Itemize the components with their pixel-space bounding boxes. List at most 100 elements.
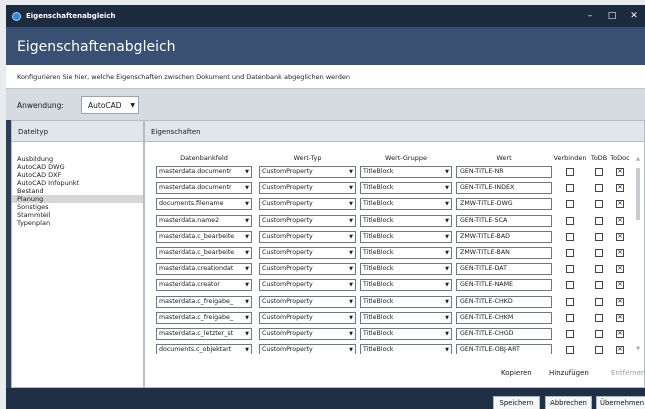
type-select[interactable]: CustomProperty ▼ — [259, 311, 356, 324]
value-input[interactable]: ZMW-TITLE-DWG — [456, 198, 552, 211]
verbinden-checkbox[interactable] — [566, 330, 574, 338]
field-select[interactable]: masterdata.creator ▼ — [156, 279, 252, 292]
field-select[interactable]: documents.filename ▼ — [156, 198, 252, 211]
value-input[interactable]: GEN-TITLE-OBJ-ART — [456, 344, 552, 354]
field-select[interactable]: masterdata.c_bearbeite ▼ — [156, 247, 252, 259]
save-button[interactable]: Speichern — [493, 396, 540, 409]
remove-button[interactable]: Entfernen — [611, 369, 645, 377]
field-select[interactable]: documents.c_objektart ▼ — [156, 344, 252, 354]
todoc-checkbox[interactable]: ✕ — [616, 200, 624, 209]
type-select[interactable]: CustomProperty ▼ — [259, 279, 356, 292]
todb-checkbox[interactable] — [595, 330, 603, 338]
group-select[interactable]: TitleBlock ▼ — [360, 182, 452, 195]
todb-checkbox[interactable] — [595, 249, 603, 257]
verbinden-checkbox[interactable] — [566, 297, 574, 306]
filetype-item[interactable]: AutoCAD DWG — [12, 163, 143, 171]
verbinden-checkbox[interactable] — [566, 265, 574, 274]
todoc-checkbox[interactable]: ✕ — [616, 330, 624, 338]
close-icon[interactable]: ✕ — [623, 11, 645, 21]
verbinden-checkbox[interactable] — [566, 346, 574, 354]
group-select[interactable]: TitleBlock ▼ — [360, 247, 452, 259]
group-select[interactable]: TitleBlock ▼ — [360, 344, 452, 354]
group-select[interactable]: TitleBlock ▼ — [360, 311, 452, 324]
minimize-icon[interactable]: – — [579, 11, 601, 21]
filetype-item[interactable]: Bestand — [12, 187, 143, 195]
type-select[interactable]: CustomProperty ▼ — [259, 230, 356, 243]
todb-checkbox[interactable] — [595, 168, 603, 176]
group-select[interactable]: TitleBlock ▼ — [360, 328, 452, 340]
type-select[interactable]: CustomProperty ▼ — [259, 182, 356, 195]
value-input[interactable]: GEN-TITLE-NR — [456, 166, 552, 178]
type-select[interactable]: CustomProperty ▼ — [259, 344, 356, 354]
todoc-checkbox[interactable]: ✕ — [616, 346, 624, 354]
value-input[interactable]: GEN-TITLE-SCA — [456, 214, 552, 227]
todoc-checkbox[interactable]: ✕ — [616, 281, 624, 290]
value-input[interactable]: ZMW-TITLE-BAN — [456, 247, 552, 259]
group-select[interactable]: TitleBlock ▼ — [360, 279, 452, 292]
filetype-item[interactable]: Stammteil — [12, 211, 143, 219]
group-select[interactable]: TitleBlock ▼ — [360, 263, 452, 276]
copy-button[interactable]: Kopieren — [501, 369, 532, 377]
filetype-item[interactable]: Sonstiges — [12, 203, 143, 211]
filetype-item[interactable]: Ausbildung — [12, 155, 143, 163]
value-input[interactable]: GEN-TITLE-CHKM — [456, 311, 552, 324]
filetype-item[interactable]: AutoCAD Infopunkt — [12, 179, 143, 187]
value-input[interactable]: GEN-TITLE-NAME — [456, 279, 552, 292]
field-select[interactable]: masterdata.c_bearbeite ▼ — [156, 230, 252, 243]
todoc-checkbox[interactable]: ✕ — [616, 168, 624, 176]
add-button[interactable]: Hinzufügen — [549, 369, 589, 377]
group-select[interactable]: TitleBlock ▼ — [360, 166, 452, 178]
value-input[interactable]: GEN-TITLE-CHGD — [456, 328, 552, 340]
todoc-checkbox[interactable]: ✕ — [616, 184, 624, 193]
value-input[interactable]: GEN-TITLE-INDEX — [456, 182, 552, 195]
todoc-checkbox[interactable]: ✕ — [616, 249, 624, 257]
value-input[interactable]: GEN-TITLE-CHKD — [456, 295, 552, 308]
cancel-button[interactable]: Abbrechen — [545, 396, 592, 409]
verbinden-checkbox[interactable] — [566, 313, 574, 322]
type-select[interactable]: CustomProperty ▼ — [259, 328, 356, 340]
todoc-checkbox[interactable]: ✕ — [616, 216, 624, 225]
field-select[interactable]: masterdata.documentr ▼ — [156, 166, 252, 178]
type-select[interactable]: CustomProperty ▼ — [259, 166, 356, 178]
todoc-checkbox[interactable]: ✕ — [616, 313, 624, 322]
todb-checkbox[interactable] — [595, 281, 603, 290]
verbinden-checkbox[interactable] — [566, 216, 574, 225]
field-select[interactable]: masterdata.c_freigabe_ ▼ — [156, 311, 252, 324]
value-input[interactable]: ZMW-TITLE-BAD — [456, 230, 552, 243]
todb-checkbox[interactable] — [595, 265, 603, 274]
verbinden-checkbox[interactable] — [566, 184, 574, 193]
verbinden-checkbox[interactable] — [566, 281, 574, 290]
group-select[interactable]: TitleBlock ▼ — [360, 295, 452, 308]
type-select[interactable]: CustomProperty ▼ — [259, 247, 356, 259]
todb-checkbox[interactable] — [595, 184, 603, 193]
verbinden-checkbox[interactable] — [566, 200, 574, 209]
apply-button[interactable]: Übernehmen — [596, 396, 645, 409]
field-select[interactable]: masterdata.documentr ▼ — [156, 182, 252, 195]
field-select[interactable]: masterdata.creationdat ▼ — [156, 263, 252, 276]
todb-checkbox[interactable] — [595, 216, 603, 225]
group-select[interactable]: TitleBlock ▼ — [360, 214, 452, 227]
todb-checkbox[interactable] — [595, 313, 603, 322]
filetype-item[interactable]: AutoCAD DXF — [12, 171, 143, 179]
value-input[interactable]: GEN-TITLE-DAT — [456, 263, 552, 276]
verbinden-checkbox[interactable] — [566, 168, 574, 176]
verbinden-checkbox[interactable] — [566, 249, 574, 257]
filetype-item[interactable]: Planung — [12, 195, 143, 203]
todoc-checkbox[interactable]: ✕ — [616, 232, 624, 241]
group-select[interactable]: TitleBlock ▼ — [360, 230, 452, 243]
type-select[interactable]: CustomProperty ▼ — [259, 214, 356, 227]
field-select[interactable]: masterdata.name2 ▼ — [156, 214, 252, 227]
todb-checkbox[interactable] — [595, 232, 603, 241]
type-select[interactable]: CustomProperty ▼ — [259, 295, 356, 308]
field-select[interactable]: masterdata.c_freigabe_ ▼ — [156, 295, 252, 308]
todoc-checkbox[interactable]: ✕ — [616, 265, 624, 274]
todb-checkbox[interactable] — [595, 200, 603, 209]
group-select[interactable]: TitleBlock ▼ — [360, 198, 452, 211]
scroll-up-icon[interactable]: ▲ — [634, 156, 642, 162]
type-select[interactable]: CustomProperty ▼ — [259, 198, 356, 211]
todb-checkbox[interactable] — [595, 346, 603, 354]
todb-checkbox[interactable] — [595, 297, 603, 306]
verbinden-checkbox[interactable] — [566, 232, 574, 241]
application-select[interactable]: AutoCAD ▼ — [81, 96, 139, 114]
type-select[interactable]: CustomProperty ▼ — [259, 263, 356, 276]
